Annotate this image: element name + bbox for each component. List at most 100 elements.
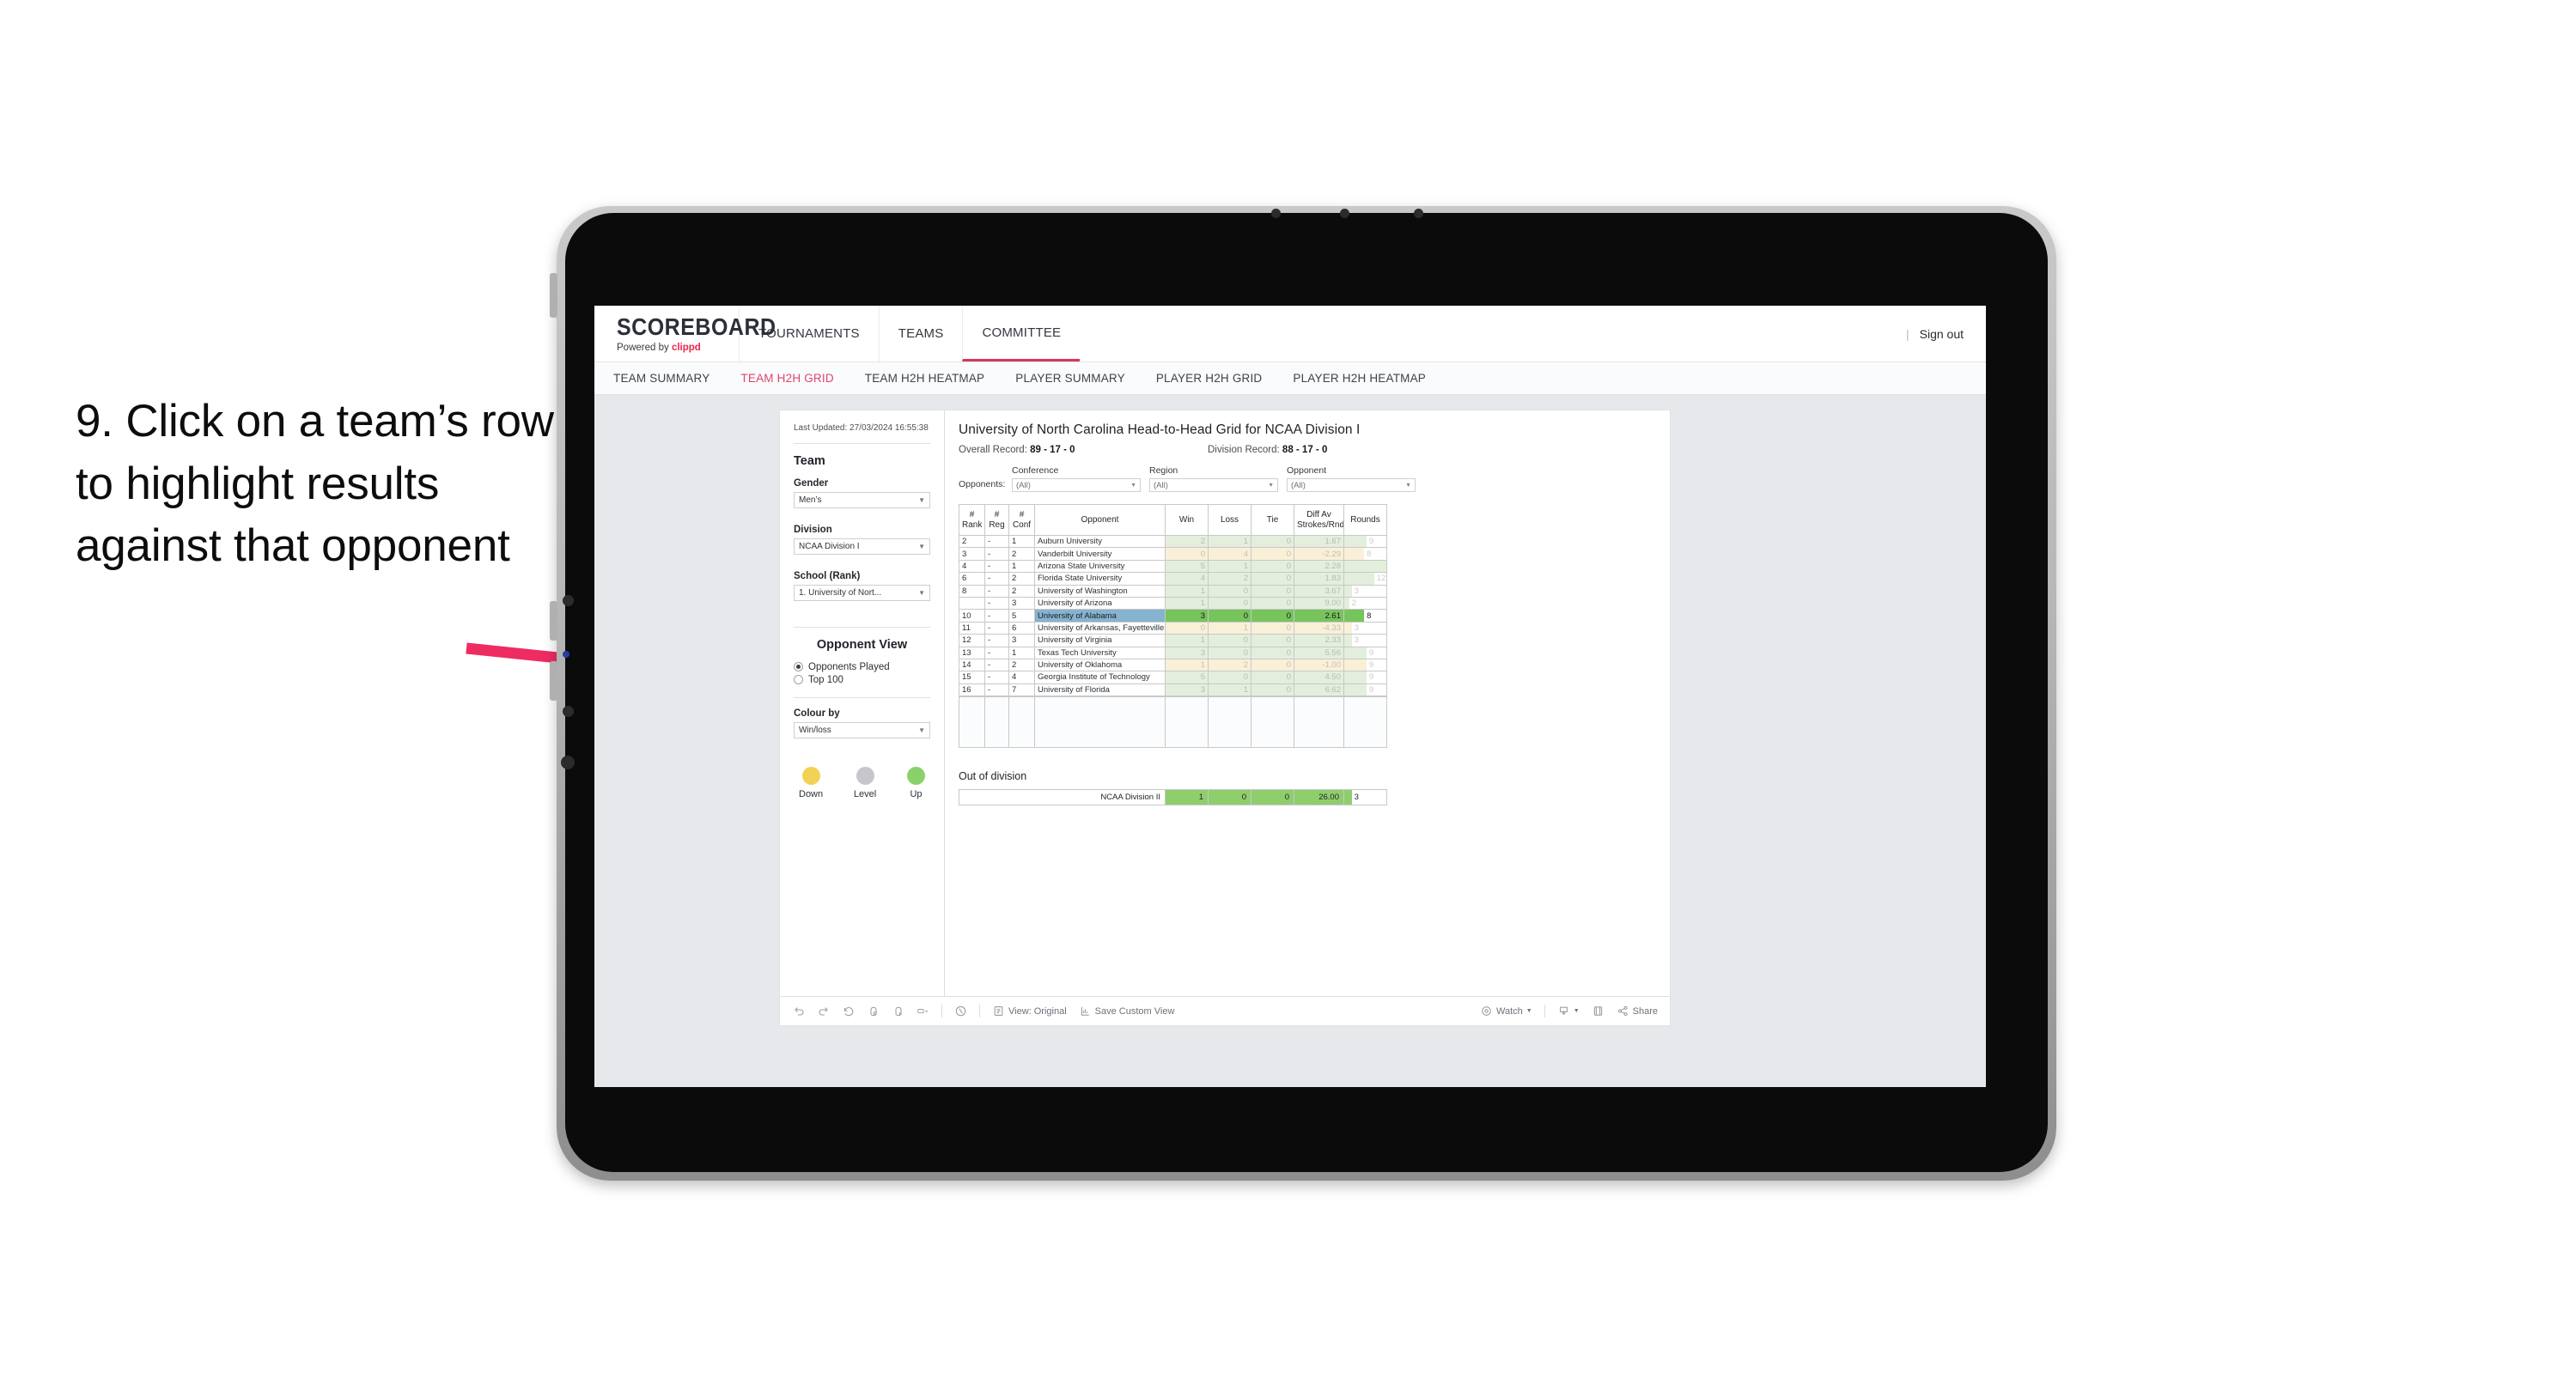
sign-out-link[interactable]: Sign out <box>1920 327 1964 341</box>
out-of-division-rounds-bar <box>1344 790 1352 805</box>
cell-conf: 1 <box>1008 646 1035 659</box>
table-row[interactable]: 16-7 University of Florida 3 1 0 6.62 9 <box>959 683 1387 697</box>
cell-opponent: University of Washington <box>1034 584 1166 598</box>
cell-win: 3 <box>1165 609 1209 623</box>
tablet-sensor-icon <box>1340 209 1349 218</box>
cell-rounds: 8 <box>1343 609 1387 623</box>
colour-by-value: Win/loss <box>799 725 831 735</box>
region-filter-select[interactable]: (All) ▼ <box>1149 478 1278 492</box>
division-record: Division Record: 88 - 17 - 0 <box>1208 445 1327 455</box>
table-row[interactable]: 15-4 Georgia Institute of Technology 5 0 0 4.… <box>959 671 1387 684</box>
rounds-bar <box>1344 684 1367 696</box>
nav-teams[interactable]: TEAMS <box>878 306 963 361</box>
radio-top-100[interactable]: Top 100 <box>794 675 930 685</box>
table-row[interactable]: 14-2 University of Oklahoma 1 2 0 -1.00 9 <box>959 658 1387 672</box>
gender-value: Men’s <box>799 495 822 505</box>
top-navigation: TOURNAMENTS TEAMS COMMITTEE <box>739 306 1081 361</box>
cell-loss: 0 <box>1208 671 1251 684</box>
table-row[interactable]: 12-3 University of Virginia 1 0 0 2.33 3 <box>959 634 1387 647</box>
pause-auto-updates-icon[interactable] <box>892 1005 904 1017</box>
table-row[interactable]: 6-2 Florida State University 4 2 0 1.83 12 <box>959 572 1387 586</box>
cell-win: 5 <box>1165 671 1209 684</box>
col-rank-label: # Rank <box>962 510 983 530</box>
radio-top-100-label: Top 100 <box>808 674 843 685</box>
gender-select[interactable]: Men’s ▼ <box>794 491 930 508</box>
division-select[interactable]: NCAA Division I ▼ <box>794 538 930 555</box>
school-select[interactable]: 1. University of Nort... ▼ <box>794 584 930 601</box>
brand-powered-by: Powered by <box>617 342 672 353</box>
cell-reg: - <box>984 646 1009 659</box>
share-button[interactable]: Share <box>1617 1005 1658 1017</box>
cell-reg: - <box>984 671 1009 684</box>
download-icon <box>1557 1005 1570 1017</box>
cell-rank: 4 <box>959 559 985 574</box>
fullscreen-icon[interactable] <box>1592 1005 1605 1017</box>
cell-diff: -1.00 <box>1294 658 1344 672</box>
view-icon <box>992 1005 1005 1017</box>
h2h-header-row: # Rank # Reg # Conf Opponent Win Loss Tie D… <box>959 504 1387 536</box>
panel-divider-2 <box>794 626 930 628</box>
toolbar-divider-3 <box>1544 1005 1545 1017</box>
radio-icon <box>794 675 803 684</box>
subnav-player-summary[interactable]: PLAYER SUMMARY <box>1015 372 1125 385</box>
save-custom-view-button[interactable]: Save Custom View <box>1079 1005 1174 1017</box>
dashboard-body: Last Updated: 27/03/2024 16:55:38 Team G… <box>780 410 1670 996</box>
undo-icon[interactable] <box>792 1005 805 1017</box>
table-row[interactable]: 8-2 University of Washington 1 0 0 3.67 3 <box>959 584 1387 598</box>
rounds-bar <box>1344 647 1367 659</box>
refresh-icon[interactable] <box>867 1005 880 1017</box>
watch-button[interactable]: Watch ▼ <box>1480 1005 1532 1017</box>
subnav-player-h2h-heatmap[interactable]: PLAYER H2H HEATMAP <box>1293 372 1426 385</box>
cell-loss: 4 <box>1208 547 1251 561</box>
radio-opponents-played[interactable]: Opponents Played <box>794 662 930 672</box>
blank-cell <box>1251 695 1294 749</box>
chevron-down-icon: ▼ <box>1130 482 1136 489</box>
table-row[interactable]: -3 University of Arizona 1 0 0 9.00 2 <box>959 596 1387 610</box>
colour-by-select[interactable]: Win/loss ▼ <box>794 721 930 738</box>
cell-conf: 2 <box>1008 658 1035 672</box>
pause-icon[interactable] <box>954 1005 967 1017</box>
subnav-player-h2h-grid[interactable]: PLAYER H2H GRID <box>1156 372 1263 385</box>
legend-dot-level-icon <box>856 766 874 785</box>
cell-diff: 3.67 <box>1294 584 1344 598</box>
colour-legend: Down Level Up <box>794 755 930 799</box>
cell-win: 2 <box>1165 534 1209 549</box>
table-row[interactable]: 3-2 Vanderbilt University 0 4 0 -2.29 8 <box>959 547 1387 561</box>
table-row[interactable]: 10-5 University of Alabama 3 0 0 2.61 8 <box>959 609 1387 623</box>
tablet-camera-icon <box>1271 209 1281 218</box>
cell-rank: 8 <box>959 584 985 598</box>
rounds-bar <box>1344 623 1352 634</box>
colour-by-label: Colour by <box>794 708 840 719</box>
nav-committee[interactable]: COMMITTEE <box>962 306 1081 361</box>
table-row[interactable]: 13-1 Texas Tech University 3 0 0 5.56 9 <box>959 646 1387 659</box>
subnav-team-h2h-heatmap[interactable]: TEAM H2H HEATMAP <box>865 372 984 385</box>
blank-cell <box>1008 695 1035 749</box>
revert-icon[interactable] <box>842 1005 855 1017</box>
table-row[interactable]: 4-1Arizona State University5102.2817 <box>959 559 1387 574</box>
download-button[interactable]: ▼ <box>1557 1005 1580 1017</box>
cell-opponent: University of Arizona <box>1034 596 1166 610</box>
rounds-bar <box>1344 635 1352 646</box>
conference-filter-select[interactable]: (All) ▼ <box>1012 478 1141 492</box>
subnav-team-h2h-grid[interactable]: TEAM H2H GRID <box>740 372 833 385</box>
cell-rank: 13 <box>959 646 985 659</box>
legend-label-down: Down <box>799 788 824 799</box>
cell-rank: 3 <box>959 547 985 561</box>
view-original-button[interactable]: View: Original <box>992 1005 1067 1017</box>
cell-conf: 2 <box>1008 547 1035 561</box>
data-source-icon[interactable] <box>917 1005 929 1017</box>
out-of-division-tie: 0 <box>1251 789 1294 806</box>
opponent-filter-value: (All) <box>1291 480 1306 490</box>
subnav-team-summary[interactable]: TEAM SUMMARY <box>613 372 709 385</box>
tablet-button-top <box>550 273 557 318</box>
out-of-division-diff: 26.00 <box>1294 789 1344 806</box>
cell-win: 3 <box>1165 683 1209 697</box>
out-of-division-row[interactable]: NCAA Division II 1 0 0 26.00 3 <box>959 789 1387 806</box>
table-row[interactable]: 2-1 Auburn University 2 1 0 1.67 9 <box>959 534 1387 549</box>
share-icon <box>1617 1005 1629 1017</box>
opponent-filter-select[interactable]: (All) ▼ <box>1287 478 1416 492</box>
legend-dot-down-icon <box>801 766 820 785</box>
redo-icon[interactable] <box>817 1005 830 1017</box>
cell-opponent: Vanderbilt University <box>1034 547 1166 561</box>
table-row[interactable]: 11-6 University of Arkansas, Fayetteville… <box>959 621 1387 635</box>
